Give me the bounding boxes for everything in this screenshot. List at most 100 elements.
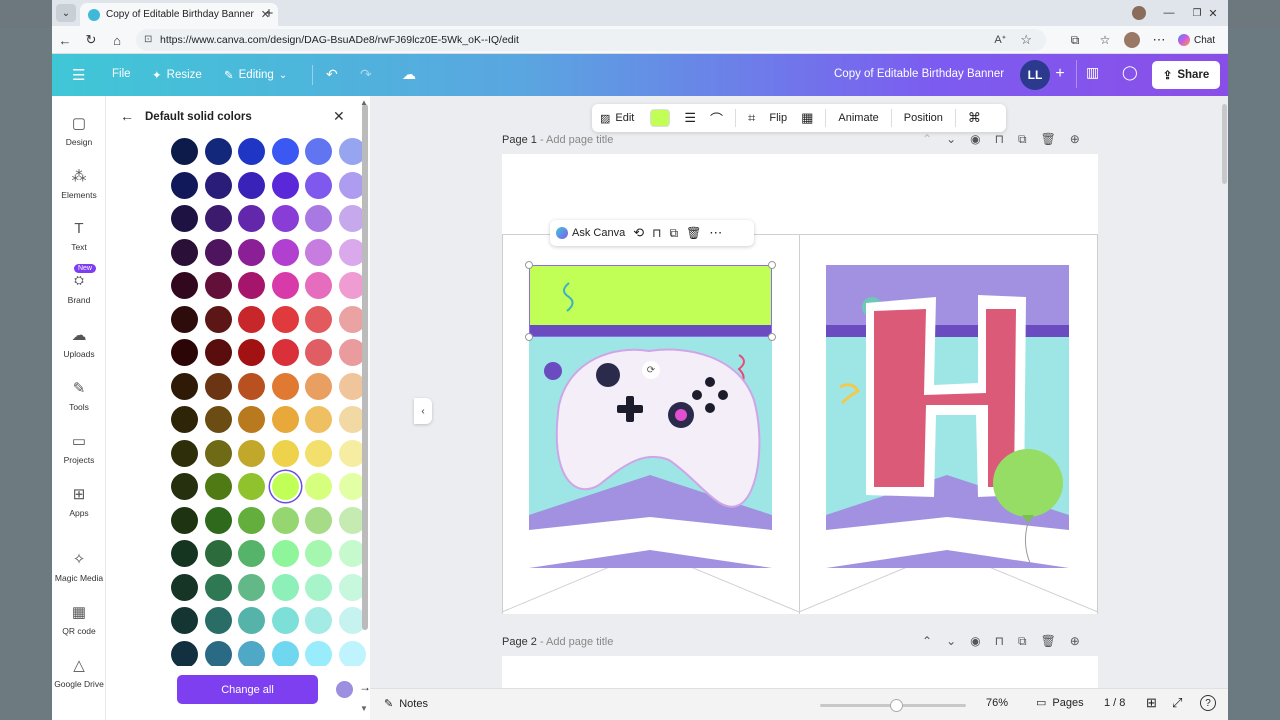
color-swatch[interactable]	[238, 406, 266, 433]
color-swatch[interactable]	[171, 573, 198, 601]
color-swatch[interactable]	[204, 372, 232, 400]
color-swatch[interactable]	[271, 305, 299, 333]
color-swatch[interactable]	[238, 138, 266, 165]
sidebar-item-text[interactable]: T Text	[52, 220, 106, 252]
color-swatch[interactable]	[305, 305, 333, 333]
add-page-icon[interactable]: ⊕	[1070, 634, 1080, 649]
color-swatch[interactable]	[238, 305, 266, 333]
color-swatch[interactable]	[238, 439, 266, 467]
lock-element-icon[interactable]: ⊓	[652, 226, 661, 240]
color-swatch[interactable]	[305, 205, 333, 232]
copy-style-icon[interactable]: ⌘	[968, 110, 981, 126]
color-swatch[interactable]	[271, 506, 299, 534]
color-swatch[interactable]	[171, 640, 198, 666]
back-icon[interactable]: ←	[56, 31, 74, 49]
page-2-add-title[interactable]: - Add page title	[540, 636, 613, 648]
page-1-add-title[interactable]: - Add page title	[540, 134, 613, 146]
grid-view-icon[interactable]: ⊞	[1146, 695, 1157, 711]
page-up-icon[interactable]: ⌃	[922, 132, 932, 147]
crop-icon[interactable]: ⌗	[748, 110, 755, 126]
color-swatch[interactable]	[204, 305, 232, 333]
color-swatch[interactable]	[305, 506, 333, 534]
color-swatch[interactable]	[271, 205, 299, 232]
color-swatch[interactable]	[171, 339, 198, 366]
corner-rounding-icon[interactable]: ⌒	[710, 109, 723, 128]
color-swatch[interactable]	[204, 640, 232, 666]
insights-chart-icon[interactable]: ▥	[1086, 64, 1099, 81]
duplicate-element-icon[interactable]: ⧉	[669, 226, 678, 241]
delete-page-icon[interactable]: 🗑	[1041, 132, 1056, 147]
color-swatch[interactable]	[171, 138, 198, 165]
color-swatch[interactable]	[171, 473, 198, 500]
color-swatch[interactable]	[271, 640, 299, 666]
color-swatch[interactable]	[171, 272, 198, 299]
pages-button[interactable]: ▭ Pages	[1036, 696, 1084, 710]
sidebar-item-google-drive[interactable]: △ Google Drive	[52, 656, 106, 689]
more-options-icon[interactable]: ⋯	[709, 225, 722, 241]
file-menu[interactable]: File	[112, 68, 131, 80]
page-down-icon[interactable]: ⌄	[946, 132, 956, 147]
editing-dropdown[interactable]: ✎ Editing ⌄	[224, 68, 287, 82]
hide-page-icon[interactable]: ◉	[970, 132, 980, 147]
resize-handle-bl[interactable]	[525, 333, 533, 341]
user-avatar[interactable]: LL	[1020, 60, 1050, 90]
duplicate-page-icon[interactable]: ⧉	[1018, 132, 1027, 147]
main-menu-icon[interactable]: ☰	[72, 66, 85, 84]
edit-image-button[interactable]: ▨ Edit	[600, 112, 634, 125]
sidebar-item-uploads[interactable]: ☁ Uploads	[52, 326, 106, 359]
color-swatch[interactable]	[204, 573, 232, 601]
color-swatch[interactable]	[204, 272, 232, 299]
page-2-label[interactable]: Page 2 - Add page title	[502, 636, 613, 648]
color-swatch[interactable]	[305, 573, 333, 601]
panel-scroll-up-icon[interactable]: ▲	[360, 98, 368, 107]
color-swatch[interactable]	[271, 171, 299, 199]
color-swatch[interactable]	[339, 640, 366, 666]
panel-scrollbar[interactable]	[362, 104, 368, 630]
pennant-2[interactable]	[826, 265, 1069, 568]
color-swatch[interactable]	[204, 238, 232, 266]
new-tab-icon[interactable]: +	[260, 4, 278, 22]
color-swatch[interactable]	[204, 506, 232, 534]
resize-handle-br[interactable]	[768, 333, 776, 341]
help-icon[interactable]: ?	[1200, 695, 1216, 711]
refresh-icon[interactable]: ↻	[82, 31, 100, 49]
color-swatch[interactable]	[238, 171, 266, 199]
color-swatch[interactable]	[204, 439, 232, 467]
hide-page-icon[interactable]: ◉	[970, 634, 980, 649]
color-swatch[interactable]	[204, 171, 232, 199]
page-count[interactable]: 1 / 8	[1104, 697, 1125, 709]
color-swatch[interactable]	[238, 506, 266, 534]
animate-button[interactable]: Animate	[838, 112, 878, 124]
color-swatch[interactable]	[171, 205, 198, 232]
page-1[interactable]: ⟳ Ask Canva ⟲ ⊓ ⧉ 🗑 ⋯	[502, 154, 1098, 614]
color-swatch[interactable]	[305, 640, 333, 666]
site-info-icon[interactable]: ⊡	[144, 34, 152, 45]
extensions-icon[interactable]: ⧉	[1066, 31, 1084, 49]
color-swatch[interactable]	[238, 238, 266, 266]
color-swatch[interactable]	[171, 171, 198, 199]
doc-title[interactable]: Copy of Editable Birthday Banner	[834, 68, 1004, 80]
page-1-label[interactable]: Page 1 - Add page title	[502, 134, 613, 146]
color-swatch[interactable]	[238, 473, 266, 500]
delete-element-icon[interactable]: 🗑	[686, 226, 701, 240]
color-swatch[interactable]	[171, 607, 198, 634]
add-page-icon[interactable]: ⊕	[1070, 132, 1080, 147]
collapse-panel-chevron-icon[interactable]: ‹	[414, 398, 432, 424]
color-swatch[interactable]	[171, 238, 198, 266]
fullscreen-icon[interactable]: ⤢	[1172, 695, 1182, 711]
sidebar-item-elements[interactable]: ⁂ Elements	[52, 167, 106, 200]
zoom-slider-track[interactable]	[820, 699, 966, 712]
color-swatch[interactable]	[171, 540, 198, 567]
color-swatch[interactable]	[238, 540, 266, 567]
ask-canva-button[interactable]: Ask Canva	[556, 227, 625, 239]
zoom-level[interactable]: 76%	[986, 697, 1008, 709]
color-swatch[interactable]	[171, 372, 198, 400]
color-swatch[interactable]	[305, 272, 333, 299]
resize-handle-tr[interactable]	[768, 261, 776, 269]
sidebar-item-projects[interactable]: ▭ Projects	[52, 432, 106, 465]
color-swatch[interactable]	[305, 372, 333, 400]
redo-icon[interactable]: ↷	[360, 66, 372, 83]
color-swatch[interactable]	[204, 339, 232, 366]
color-swatch[interactable]	[271, 573, 299, 601]
color-swatch[interactable]	[204, 473, 232, 500]
